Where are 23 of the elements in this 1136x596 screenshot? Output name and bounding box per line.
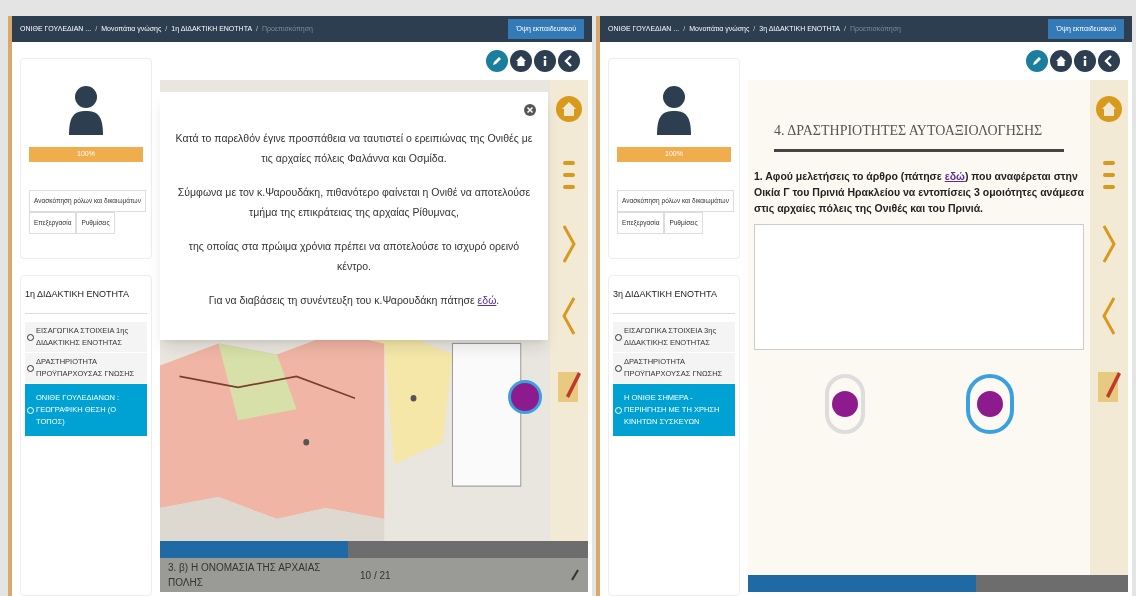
unit-title: 1η ΔΙΔΑΚΤΙΚΗ ΕΝΟΤΗΤΑ (25, 287, 147, 314)
pencil-icon[interactable] (1026, 50, 1048, 72)
home-icon[interactable] (1050, 50, 1072, 72)
slide-heading: 4. ΔΡΑΣΤΗΡΙΟΤΗΤΕΣ ΑΥΤΟΑΞΙΟΛΟΓΗΣΗΣ (774, 120, 1064, 152)
info-icon[interactable] (534, 50, 556, 72)
avatar-icon (657, 83, 691, 135)
question-text: 1. Αφού μελετήσεις το άρθρο (πάτησε εδώ) που αναφέρεται στην Οικία Γ του Πρινιά Ηρακλείου να εντοπίσεις 3 ομοιότητες ανάμεσα στις αρχαίες πόλεις της Ονιθές και του Πρινιά. (754, 169, 1084, 216)
avatar-icon (69, 83, 103, 135)
pager[interactable]: 10 / 21 (360, 567, 391, 583)
close-icon[interactable] (524, 104, 536, 116)
pencil-icon[interactable] (486, 50, 508, 72)
back-icon[interactable] (1098, 50, 1120, 72)
slide-title: 3. β) Η ΟΝΟΜΑΣΙΑ ΤΗΣ ΑΡΧΑΙΑΣ ΠΟΛΗΣ (168, 561, 322, 590)
activity-button[interactable] (965, 374, 1014, 434)
info-icon[interactable] (1074, 50, 1096, 72)
back-icon[interactable] (558, 50, 580, 72)
dialog-paragraph: Κατά το παρελθόν έγινε προσπάθεια να ταυτιστεί ο ερειπιώνας της Ονιθές με τις αρχαίες πόλεις Φαλάννα και Οσμίδα. (174, 131, 534, 166)
dialog-paragraph: Για να διαβάσεις τη συνέντευξη του κ.Ψαρουδάκη πάτησε εδώ. (207, 293, 501, 308)
dialog-paragraph: της οποίας στα πρώιμα χρόνια πρέπει να αποτελούσε το ισχυρό ορεινό κέντρο. (187, 239, 521, 274)
here-link[interactable]: εδώ (944, 170, 965, 182)
home-icon[interactable] (510, 50, 532, 72)
dialog-paragraph: Σύμφωνα με τον κ.Ψαρουδάκη, πιθανότερο φαίνεται η Ονιθέ να αποτελούσε τμήμα της επικράτειας της αρχαίας Ρίθυμνας, (176, 185, 532, 220)
unit-title: 3η ΔΙΔΑΚΤΙΚΗ ΕΝΟΤΗΤΑ (613, 287, 735, 314)
